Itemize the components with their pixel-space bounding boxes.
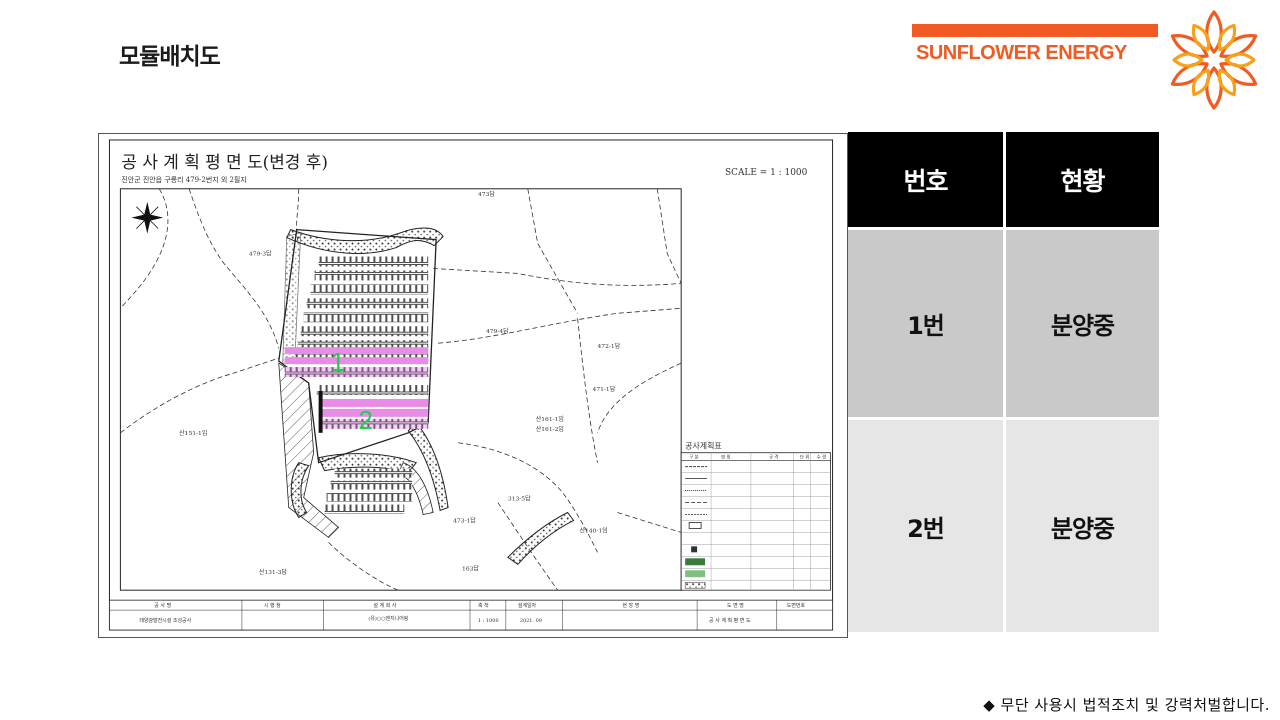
svg-text:2021. 09: 2021. 09 bbox=[520, 618, 542, 624]
table-row: 2번 분양중 bbox=[848, 420, 1159, 632]
parcel-label: 479-4답 bbox=[486, 328, 509, 335]
title-block: 공 사 명 시 행 청 설 계 회 사 축 척 설계일자 현 장 명 도 면 명… bbox=[109, 599, 833, 631]
svg-text:단 위: 단 위 bbox=[800, 454, 810, 461]
row-status: 분양중 bbox=[1006, 230, 1159, 417]
sunflower-logo-icon bbox=[1170, 10, 1258, 110]
svg-text:공 사 계 획 평 면 도: 공 사 계 획 평 면 도 bbox=[709, 617, 751, 624]
section-1-label: 1 bbox=[331, 349, 345, 377]
svg-text:규 격: 규 격 bbox=[769, 454, 779, 461]
svg-text:도면번호: 도면번호 bbox=[787, 602, 806, 609]
brand-name: SUNFLOWER ENERGY bbox=[916, 42, 1127, 64]
row-status: 분양중 bbox=[1006, 420, 1159, 632]
section-1-modules bbox=[284, 347, 429, 378]
header-number: 번호 bbox=[848, 132, 1003, 227]
svg-text:(유)○○엔지니어링: (유)○○엔지니어링 bbox=[368, 615, 408, 622]
drawing-title: 공 사 계 획 평 면 도(변경 후) bbox=[121, 152, 328, 172]
module-layout-drawing: 공 사 계 획 평 면 도(변경 후) 진안군 진안읍 구룡리 479-2번지 … bbox=[98, 133, 848, 638]
section-2-label: 2 bbox=[358, 407, 372, 435]
status-table: 번호 현황 1번 분양중 2번 분양중 bbox=[848, 132, 1159, 632]
svg-text:명 칭: 명 칭 bbox=[721, 454, 731, 461]
svg-text:현 장 명: 현 장 명 bbox=[622, 602, 639, 609]
parcel-label: 479-3답 bbox=[249, 251, 272, 258]
parcel-label: 473답 bbox=[478, 191, 495, 198]
parcel-label: 산131-3답 bbox=[259, 568, 288, 576]
parcel-label: 163답 bbox=[462, 565, 479, 572]
section-2-modules bbox=[320, 398, 429, 429]
parcel-label: 471-1답 bbox=[593, 386, 616, 393]
drawing-address: 진안군 진안읍 구룡리 479-2번지 외 2필지 bbox=[121, 175, 246, 184]
legend-title: 공사계획표 bbox=[685, 441, 722, 451]
row-number: 2번 bbox=[848, 420, 1003, 632]
row-number: 1번 bbox=[848, 230, 1003, 417]
drawing-scale: SCALE = 1 : 1000 bbox=[725, 168, 808, 178]
parcel-label: 산140-1임 bbox=[580, 526, 608, 534]
svg-text:공 사 명: 공 사 명 bbox=[154, 602, 171, 609]
brand-accent-bar bbox=[912, 24, 1158, 37]
parcel-label: 산161-2임 bbox=[536, 425, 564, 433]
parcel-label: 산161-1임 bbox=[536, 415, 564, 423]
svg-text:수 량: 수 량 bbox=[817, 454, 827, 461]
svg-text:1 : 1000: 1 : 1000 bbox=[478, 618, 499, 624]
svg-text:축 척: 축 척 bbox=[478, 602, 489, 609]
svg-text:도 면 명: 도 면 명 bbox=[727, 602, 744, 609]
header-status: 현황 bbox=[1006, 132, 1159, 227]
parcel-label: 472-1답 bbox=[598, 343, 621, 350]
parcel-label: 313-5답 bbox=[508, 496, 531, 503]
svg-text:시 행 청: 시 행 청 bbox=[264, 602, 281, 609]
status-table-header: 번호 현황 bbox=[848, 132, 1159, 227]
svg-text:설 계 회 사: 설 계 회 사 bbox=[373, 602, 396, 609]
construction-legend: 공사계획표 구 분 명 칭 규 격 단 위 수 량 bbox=[680, 441, 831, 591]
page-title: 모듈배치도 bbox=[119, 44, 221, 70]
svg-text:태양광발전시설 조성공사: 태양광발전시설 조성공사 bbox=[139, 617, 191, 624]
parcel-label: 산151-1임 bbox=[179, 429, 207, 437]
parcel-label: 473-1답 bbox=[453, 517, 476, 524]
svg-text:구 분: 구 분 bbox=[689, 455, 699, 461]
copyright-warning: ◆ 무단 사용시 법적조치 및 강력처벌합니다. bbox=[983, 696, 1270, 714]
svg-text:설계일자: 설계일자 bbox=[518, 602, 537, 609]
table-row: 1번 분양중 bbox=[848, 230, 1159, 417]
